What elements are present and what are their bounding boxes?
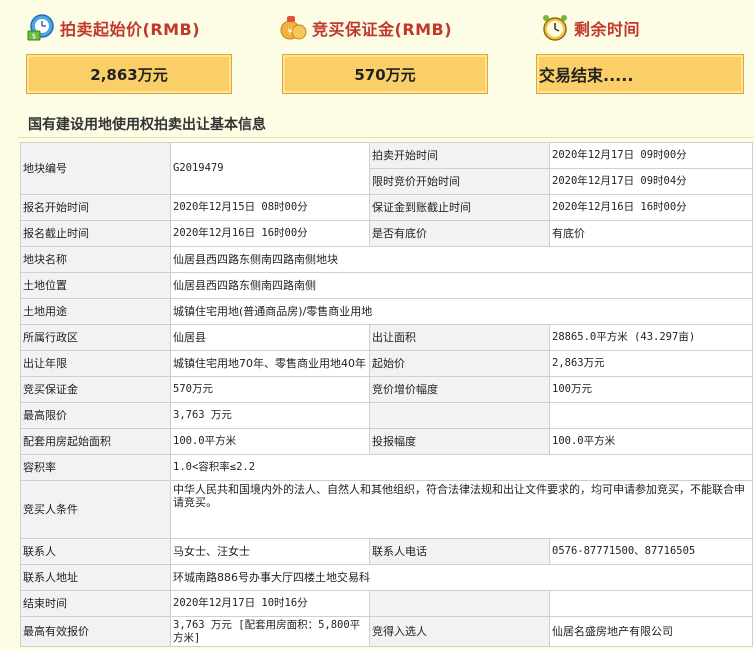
cell-label: 起始价 (369, 350, 550, 377)
cell-label: 限时竞价开始时间 (369, 168, 550, 195)
cell-value: 有底价 (549, 220, 753, 247)
cell-value: 570万元 (170, 376, 370, 403)
cell-value: 3,763 万元 [配套用房面积：5,800平方米] (170, 616, 370, 647)
cell-value-empty (549, 590, 753, 617)
cell-label-empty (369, 590, 550, 617)
cell-label: 最高限价 (20, 402, 171, 429)
table-row: 报名截止时间 2020年12月16日 16时00分 是否有底价 有底价 (20, 220, 753, 247)
table-row: 报名开始时间 2020年12月15日 08时00分 保证金到账截止时间 2020… (20, 194, 753, 221)
cell-value: 环城南路886号办事大厅四楼土地交易科 (170, 564, 753, 591)
cell-value: 100万元 (549, 376, 753, 403)
cell-value: 仙居名盛房地产有限公司 (549, 616, 753, 647)
remaining-time-box: 交易结束..... (536, 54, 744, 94)
cell-label: 地块名称 (20, 246, 171, 273)
table-row: 最高有效报价 3,763 万元 [配套用房面积：5,800平方米] 竞得入选人 … (20, 616, 753, 647)
cell-value: 2020年12月15日 08时00分 (170, 194, 370, 221)
cell-value: 100.0平方米 (549, 428, 753, 455)
cell-value: G2019479 (170, 142, 370, 195)
cell-label: 出让年限 (20, 350, 171, 377)
cell-value: 28865.0平方米 (43.297亩) (549, 324, 753, 351)
cell-label: 土地位置 (20, 272, 171, 299)
cell-label: 是否有底价 (369, 220, 550, 247)
table-row: 容积率 1.0<容积率≤2.2 (20, 454, 753, 481)
deposit-header: ¥ 竞买保证金(RMB) (278, 10, 452, 46)
cell-label: 出让面积 (369, 324, 550, 351)
cell-label: 所属行政区 (20, 324, 171, 351)
money-clock-icon: $ (27, 14, 54, 41)
table-row: 最高限价 3,763 万元 (20, 402, 753, 429)
table-row: 联系人 马女士、汪女士 联系人电话 0576-87771500、87716505 (20, 538, 753, 565)
table-row: 土地位置 仙居县西四路东侧南四路南侧 (20, 272, 753, 299)
table-row: 出让年限 城镇住宅用地70年、零售商业用地40年 起始价 2,863万元 (20, 350, 753, 377)
table-row: 所属行政区 仙居县 出让面积 28865.0平方米 (43.297亩) (20, 324, 753, 351)
cell-value: 马女士、汪女士 (170, 538, 370, 565)
table-row: 地块编号 G2019479 拍卖开始时间 2020年12月17日 09时00分 (20, 142, 753, 195)
time-header: 剩余时间 (540, 10, 640, 46)
start-price-label: 拍卖起始价(RMB) (60, 20, 201, 39)
cell-value: 城镇住宅用地70年、零售商业用地40年 (170, 350, 370, 377)
cell-value: 2020年12月17日 09时00分 (549, 142, 753, 169)
cell-value: 中华人民共和国境内外的法人、自然人和其他组织，符合法律法规和出让文件要求的，均可… (170, 480, 753, 539)
svg-text:¥: ¥ (287, 27, 292, 36)
cell-value: 0576-87771500、87716505 (549, 538, 753, 565)
cell-label: 拍卖开始时间 (369, 142, 550, 169)
cell-label: 土地用途 (20, 298, 171, 325)
cell-label: 报名开始时间 (20, 194, 171, 221)
table-row: 竞买保证金 570万元 竞价增价幅度 100万元 (20, 376, 753, 403)
cell-value: 3,763 万元 (170, 402, 370, 429)
cell-label-empty (369, 402, 550, 429)
table-row: 竞买人条件 中华人民共和国境内外的法人、自然人和其他组织，符合法律法规和出让文件… (20, 480, 753, 539)
cell-value: 1.0<容积率≤2.2 (170, 454, 753, 481)
cell-label: 竞得入选人 (369, 616, 550, 647)
cell-label: 地块编号 (20, 142, 171, 195)
start-price-box: 2,863万元 (26, 54, 232, 94)
cell-value: 2020年12月16日 16时00分 (170, 220, 370, 247)
cell-label: 竞买保证金 (20, 376, 171, 403)
cell-label: 报名截止时间 (20, 220, 171, 247)
money-bag-icon: ¥ (280, 16, 307, 40)
table-row: 配套用房起始面积 100.0平方米 投报幅度 100.0平方米 (20, 428, 753, 455)
cell-label: 最高有效报价 (20, 616, 171, 647)
deposit-box: 570万元 (282, 54, 488, 94)
cell-label: 竞价增价幅度 (369, 376, 550, 403)
cell-value: 仙居县西四路东侧南四路南侧 (170, 272, 753, 299)
cell-value: 仙居县西四路东侧南四路南侧地块 (170, 246, 753, 273)
table-row: 土地用途 城镇住宅用地(普通商品房)/零售商业用地 (20, 298, 753, 325)
cell-label: 联系人 (20, 538, 171, 565)
cell-value: 2020年12月17日 09时04分 (549, 168, 753, 195)
cell-value: 仙居县 (170, 324, 370, 351)
table-row: 联系人地址 环城南路886号办事大厅四楼土地交易科 (20, 564, 753, 591)
cell-value: 100.0平方米 (170, 428, 370, 455)
cell-label: 容积率 (20, 454, 171, 481)
cell-label: 保证金到账截止时间 (369, 194, 550, 221)
start-price-value: 2,863万元 (90, 65, 168, 84)
cell-value-empty (549, 402, 753, 429)
alarm-clock-icon (543, 15, 567, 41)
deposit-label: 竞买保证金(RMB) (312, 20, 453, 39)
cell-value: 2020年12月16日 16时00分 (549, 194, 753, 221)
table-row: 结束时间 2020年12月17日 10时16分 (20, 590, 753, 617)
cell-label: 竞买人条件 (20, 480, 171, 539)
time-label: 剩余时间 (574, 20, 641, 39)
svg-text:$: $ (32, 33, 36, 41)
section-title: 国有建设用地使用权拍卖出让基本信息 (28, 117, 266, 133)
cell-label: 投报幅度 (369, 428, 550, 455)
cell-label: 联系人地址 (20, 564, 171, 591)
deposit-value: 570万元 (354, 65, 416, 84)
section-divider (18, 137, 754, 138)
start-price-header: $ 拍卖起始价(RMB) (26, 10, 200, 46)
remaining-time-value: 交易结束..... (539, 66, 634, 85)
cell-label: 配套用房起始面积 (20, 428, 171, 455)
cell-value: 城镇住宅用地(普通商品房)/零售商业用地 (170, 298, 753, 325)
cell-value: 2,863万元 (549, 350, 753, 377)
land-info-table: 地块编号 G2019479 拍卖开始时间 2020年12月17日 09时00分 … (20, 142, 753, 647)
cell-label: 联系人电话 (369, 538, 550, 565)
cell-label: 结束时间 (20, 590, 171, 617)
table-row: 地块名称 仙居县西四路东侧南四路南侧地块 (20, 246, 753, 273)
cell-value: 2020年12月17日 10时16分 (170, 590, 370, 617)
